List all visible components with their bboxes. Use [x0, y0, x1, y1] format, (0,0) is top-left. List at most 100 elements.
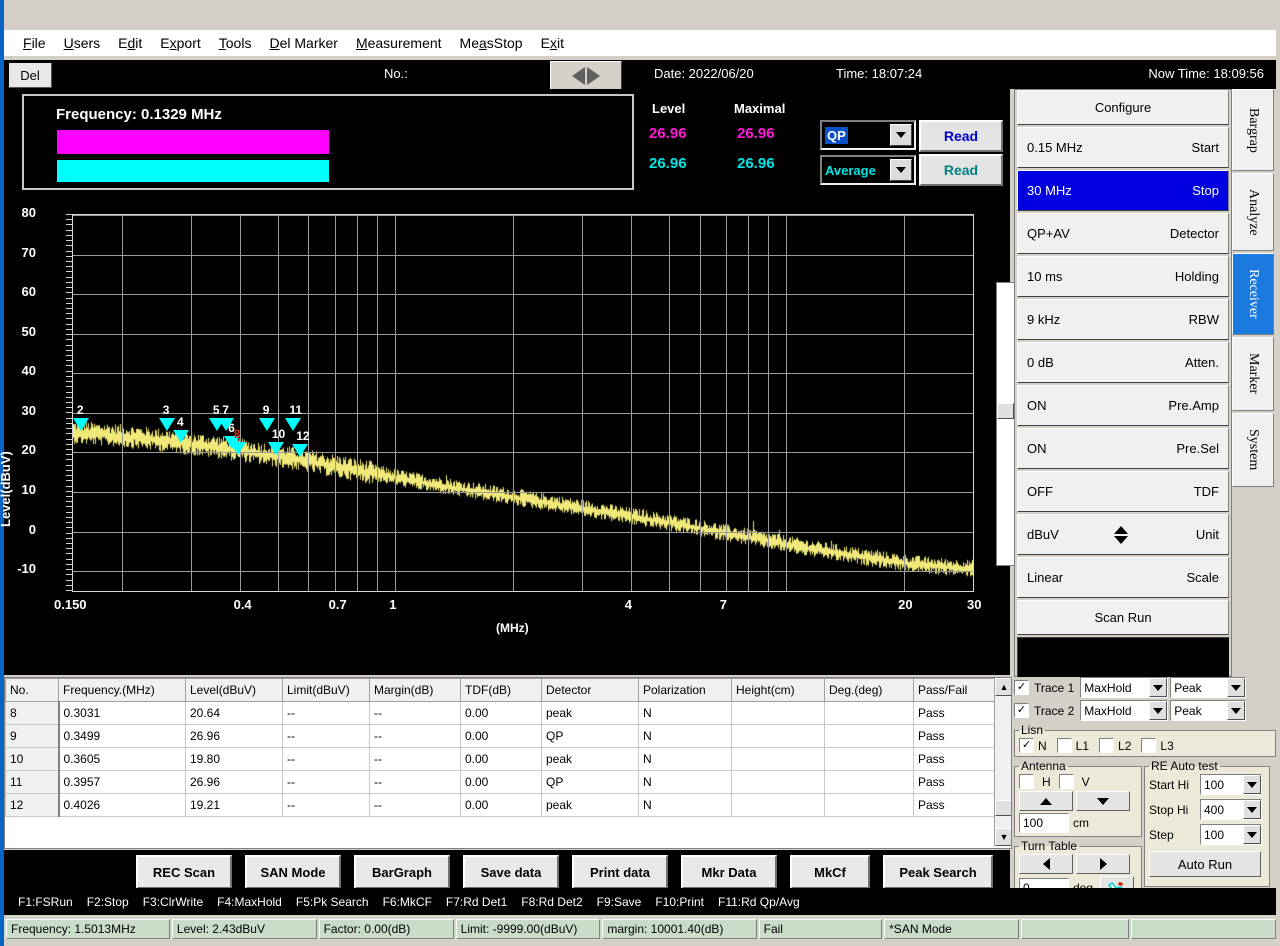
chart-marker[interactable]: [292, 444, 308, 457]
column-header-9[interactable]: Deg.(deg): [825, 679, 914, 702]
trace1-checkbox[interactable]: ✓: [1014, 680, 1029, 695]
chevron-down-icon[interactable]: [890, 159, 912, 181]
antenna-down-button[interactable]: [1076, 791, 1130, 811]
antenna-height-input[interactable]: 100: [1019, 813, 1069, 833]
fkey-f8[interactable]: F8:Rd Det2: [521, 895, 582, 909]
table-row[interactable]: 110.395726.96----0.00QPNPass: [6, 771, 1013, 794]
menu-item-measstop[interactable]: MeasStop: [451, 32, 532, 54]
trace1-detector-select[interactable]: Peak: [1170, 677, 1246, 698]
prev-marker-icon[interactable]: [572, 67, 585, 85]
detector-select-2[interactable]: Average: [820, 155, 916, 185]
fkey-f2[interactable]: F2:Stop: [87, 895, 129, 909]
column-header-2[interactable]: Level(dBuV): [186, 679, 283, 702]
trace2-mode-select[interactable]: MaxHold: [1080, 700, 1168, 721]
menu-item-exit[interactable]: Exit: [532, 32, 573, 54]
chart-marker[interactable]: [73, 418, 89, 431]
tab-receiver[interactable]: Receiver: [1232, 253, 1274, 335]
trace1-mode-select[interactable]: MaxHold: [1080, 677, 1168, 698]
table-row[interactable]: 80.303120.64----0.00peakNPass: [6, 702, 1013, 725]
chevron-down-icon[interactable]: [1227, 678, 1245, 697]
button-rec-scan[interactable]: REC Scan: [136, 855, 232, 889]
column-header-7[interactable]: Polarization: [639, 679, 732, 702]
configure-row-atten-[interactable]: 0 dBAtten.: [1017, 342, 1229, 383]
step-select[interactable]: 100: [1200, 824, 1262, 845]
table-row[interactable]: 100.360519.80----0.00peakNPass: [6, 748, 1013, 771]
scroll-up-icon[interactable]: ▲: [995, 678, 1012, 696]
chart-marker[interactable]: [230, 442, 246, 455]
trace2-detector-select[interactable]: Peak: [1170, 700, 1246, 721]
column-header-4[interactable]: Margin(dB): [370, 679, 461, 702]
configure-row-holding[interactable]: 10 msHolding: [1017, 256, 1229, 297]
button-save-data[interactable]: Save data: [463, 855, 559, 889]
menu-item-del-marker[interactable]: Del Marker: [260, 32, 346, 54]
configure-row-pre-sel[interactable]: ONPre.Sel: [1017, 428, 1229, 469]
menu-item-users[interactable]: Users: [55, 32, 110, 54]
chevron-down-icon[interactable]: [1227, 701, 1245, 720]
unit-spinner[interactable]: [1114, 526, 1128, 544]
chevron-down-icon[interactable]: [1243, 775, 1261, 794]
lisn-l1[interactable]: L1: [1057, 738, 1089, 753]
table-scrollbar[interactable]: ▲ ▼: [994, 678, 1011, 846]
menu-item-tools[interactable]: Tools: [210, 32, 261, 54]
read-button-average[interactable]: Read: [919, 154, 1003, 186]
configure-row-unit[interactable]: dBuVUnit: [1017, 514, 1229, 555]
turntable-left-button[interactable]: [1019, 854, 1073, 874]
antenna-h-checkbox[interactable]: [1019, 774, 1034, 789]
fkey-f5[interactable]: F5:Pk Search: [296, 895, 369, 909]
button-peak-search[interactable]: Peak Search: [883, 855, 993, 889]
turntable-right-button[interactable]: [1076, 854, 1130, 874]
fkey-f10[interactable]: F10:Print: [655, 895, 704, 909]
column-header-8[interactable]: Height(cm): [732, 679, 825, 702]
menu-item-edit[interactable]: Edit: [109, 32, 151, 54]
lisn-l3[interactable]: L3: [1141, 738, 1173, 753]
chevron-down-icon[interactable]: [1149, 678, 1167, 697]
tab-bargrap[interactable]: Bargrap: [1232, 89, 1274, 171]
lisn-checkbox[interactable]: ✓: [1019, 738, 1034, 753]
next-marker-icon[interactable]: [587, 67, 600, 85]
level-slider-thumb[interactable]: [997, 403, 1014, 419]
tab-marker[interactable]: Marker: [1232, 337, 1274, 411]
column-header-1[interactable]: Frequency.(MHz): [59, 679, 186, 702]
button-mkcf[interactable]: MkCf: [790, 855, 870, 889]
column-header-3[interactable]: Limit(dBuV): [283, 679, 370, 702]
table-row[interactable]: 90.349926.96----0.00QPNPass: [6, 725, 1013, 748]
trace2-checkbox[interactable]: ✓: [1014, 703, 1029, 718]
table-scroll-thumb[interactable]: [995, 800, 1012, 816]
button-mkr-data[interactable]: Mkr Data: [681, 855, 777, 889]
button-san-mode[interactable]: SAN Mode: [245, 855, 341, 889]
tab-system[interactable]: System: [1232, 413, 1274, 487]
lisn-n[interactable]: ✓N: [1019, 738, 1047, 753]
del-button[interactable]: Del: [8, 62, 52, 88]
configure-row-detector[interactable]: QP+AVDetector: [1017, 213, 1229, 254]
chart-marker[interactable]: [268, 442, 284, 455]
start-hi-select[interactable]: 100: [1200, 774, 1262, 795]
button-bargraph[interactable]: BarGraph: [354, 855, 450, 889]
auto-run-button[interactable]: Auto Run: [1149, 851, 1261, 877]
menu-item-export[interactable]: Export: [151, 32, 209, 54]
configure-row-start[interactable]: 0.15 MHzStart: [1017, 127, 1229, 168]
column-header-6[interactable]: Detector: [542, 679, 639, 702]
chevron-down-icon[interactable]: [1243, 825, 1261, 844]
antenna-v-checkbox[interactable]: [1059, 774, 1074, 789]
chevron-down-icon[interactable]: [1149, 701, 1167, 720]
measurement-table[interactable]: No.Frequency.(MHz)Level(dBuV)Limit(dBuV)…: [4, 677, 1012, 849]
read-button-qp[interactable]: Read: [919, 120, 1003, 152]
scroll-down-icon[interactable]: ▼: [995, 828, 1012, 846]
plot-area[interactable]: [72, 214, 974, 592]
fkey-f4[interactable]: F4:MaxHold: [217, 895, 282, 909]
configure-row-tdf[interactable]: OFFTDF: [1017, 471, 1229, 512]
lisn-checkbox[interactable]: [1057, 738, 1072, 753]
antenna-up-button[interactable]: [1019, 791, 1073, 811]
configure-row-pre-amp[interactable]: ONPre.Amp: [1017, 385, 1229, 426]
fkey-f9[interactable]: F9:Save: [597, 895, 642, 909]
menu-item-measurement[interactable]: Measurement: [347, 32, 451, 54]
chart-marker[interactable]: [218, 418, 234, 431]
table-row[interactable]: 120.402619.21----0.00peakNPass: [6, 794, 1013, 817]
stop-hi-select[interactable]: 400: [1200, 799, 1262, 820]
column-header-5[interactable]: TDF(dB): [461, 679, 542, 702]
scan-run-button[interactable]: Scan Run: [1017, 600, 1229, 635]
lisn-l2[interactable]: L2: [1099, 738, 1131, 753]
detector-select-1[interactable]: QP: [820, 120, 916, 150]
fkey-f1[interactable]: F1:FSRun: [18, 895, 73, 909]
configure-row-stop[interactable]: 30 MHzStop: [1017, 170, 1229, 211]
